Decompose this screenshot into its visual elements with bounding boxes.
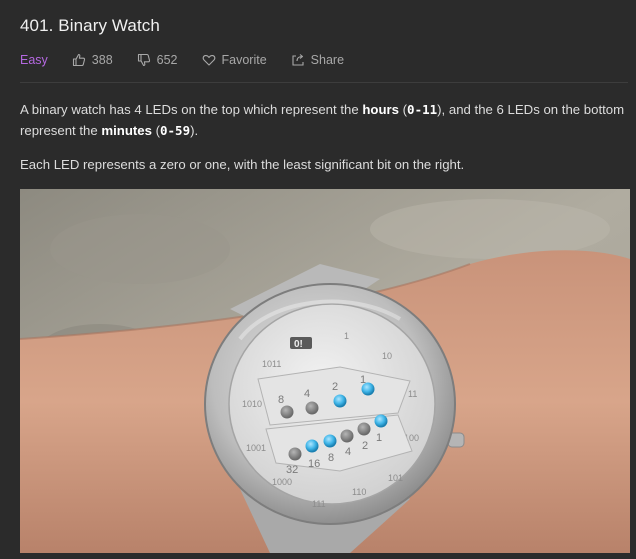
minute-label: 1 xyxy=(376,432,382,444)
favorite-label: Favorite xyxy=(221,53,267,67)
minutes-keyword: minutes xyxy=(101,123,152,138)
header-divider xyxy=(20,82,628,83)
hour-label: 4 xyxy=(304,388,310,400)
minute-led-8 xyxy=(323,434,337,448)
minute-label: 16 xyxy=(308,458,320,470)
thumbs-up-icon xyxy=(72,53,85,67)
ring-label: 1011 xyxy=(262,359,281,369)
ring-label: 11 xyxy=(408,389,417,399)
dislike-button[interactable]: 652 xyxy=(137,53,178,67)
minute-label: 4 xyxy=(345,446,351,458)
binary-watch-photo: 0! 1011 1010 1001 1000 111 110 101 100 1… xyxy=(20,189,630,553)
minute-led-32 xyxy=(288,447,302,461)
minute-led-16 xyxy=(305,439,319,453)
ring-label: 1000 xyxy=(272,477,292,487)
heart-icon xyxy=(202,54,215,66)
like-count: 388 xyxy=(91,53,113,67)
watch-illustration: 0! 1011 1010 1001 1000 111 110 101 100 1… xyxy=(20,189,630,553)
hours-range: 0-11 xyxy=(407,102,438,117)
problem-title: 401. Binary Watch xyxy=(20,16,160,35)
hour-led-4 xyxy=(305,401,319,415)
minute-led-2 xyxy=(357,422,371,436)
hours-keyword: hours xyxy=(362,102,399,117)
desc-text: A binary watch has 4 LEDs on the top whi… xyxy=(20,102,363,117)
hour-led-2 xyxy=(333,394,347,408)
hour-label: 2 xyxy=(332,381,338,393)
ring-label: 110 xyxy=(352,487,366,497)
description-paragraph-2: Each LED represents a zero or one, with … xyxy=(20,157,465,172)
thumbs-down-icon xyxy=(137,53,150,67)
minute-led-4 xyxy=(340,429,354,443)
favorite-button[interactable]: Favorite xyxy=(202,53,267,67)
difficulty-badge: Easy xyxy=(20,53,48,67)
dislike-count: 652 xyxy=(156,53,178,67)
hour-led-8 xyxy=(280,405,294,419)
description-paragraph-1: A binary watch has 4 LEDs on the top whi… xyxy=(20,99,626,141)
share-label: Share xyxy=(310,53,345,67)
ring-label: 10 xyxy=(382,351,392,361)
brand-logo: 0! xyxy=(294,339,303,350)
scroll-track xyxy=(630,0,636,559)
ring-label: 111 xyxy=(312,499,326,509)
like-button[interactable]: 388 xyxy=(72,53,113,67)
share-button[interactable]: Share xyxy=(291,53,344,67)
ring-label: 1010 xyxy=(242,399,262,409)
hour-label: 8 xyxy=(278,394,284,406)
minute-label: 32 xyxy=(286,464,298,476)
ring-label: 1001 xyxy=(246,443,266,453)
minute-led-1 xyxy=(374,414,388,428)
hour-led-1 xyxy=(361,382,375,396)
problem-page: 401. Binary Watch Easy 388 652 Favorite xyxy=(0,0,636,559)
minute-label: 2 xyxy=(362,440,368,452)
desc-text: ( xyxy=(398,102,408,117)
ring-label: 101 xyxy=(388,473,403,483)
share-icon xyxy=(292,54,304,66)
desc-text: ( xyxy=(151,123,160,138)
minute-label: 8 xyxy=(328,452,334,464)
minutes-range: 0-59 xyxy=(160,123,191,138)
problem-meta-bar: Easy 388 652 Favorite Share xyxy=(20,52,368,68)
ring-label: 1 xyxy=(344,331,349,341)
desc-text: ). xyxy=(190,123,199,138)
